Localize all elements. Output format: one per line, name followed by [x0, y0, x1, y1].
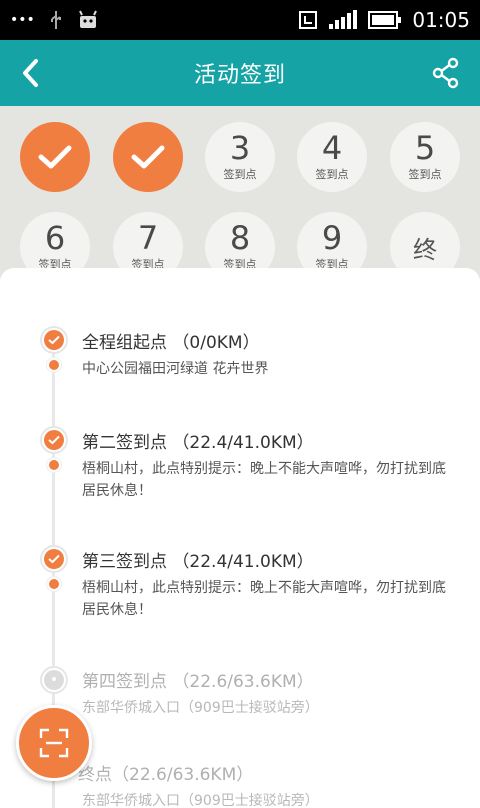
timeline-dot [47, 458, 61, 472]
signal-icon [328, 10, 358, 30]
checkpoint-5[interactable]: 5 签到点 [390, 122, 460, 192]
checkpoint-grid: 3 签到点 4 签到点 5 签到点 6 签到点 7 签到点 8 签到点 9 签到… [0, 106, 480, 288]
battery-icon [368, 11, 402, 29]
checkpoint-number: 4 [321, 129, 343, 167]
checkpoint-number: 5 [414, 129, 436, 167]
timeline-dot [47, 577, 61, 591]
back-button[interactable] [14, 57, 46, 89]
page-title: 活动签到 [193, 63, 286, 88]
screenshot-icon [298, 10, 318, 30]
checkpoint-number: 8 [229, 219, 251, 257]
checkpoint-4[interactable]: 4 签到点 [297, 122, 367, 192]
status-left: ••• [10, 10, 99, 30]
checkpoint-2[interactable] [113, 122, 183, 192]
share-button[interactable] [430, 56, 462, 90]
checkpoint-number: 6 [44, 219, 66, 257]
check-icon [38, 145, 72, 169]
item-title: 第二签到点 （22.4/41.0KM） [82, 433, 314, 453]
checkpoint-label: 签到点 [223, 168, 257, 181]
item-desc: 梧桐山村，此点特别提示：晚上不能大声喧哗，勿打扰到底居民休息！ [82, 580, 446, 618]
checkpoint-label: 签到点 [408, 168, 442, 181]
item-title: 终点（22.6/63.6KM） [78, 765, 254, 785]
clock: 01:05 [412, 8, 470, 32]
timeline-dot [47, 358, 61, 372]
item-title: 第三签到点 （22.4/41.0KM） [82, 552, 314, 572]
item-title: 第四签到点 （22.6/63.6KM） [82, 672, 314, 692]
checkpoint-end-label: 终 [413, 235, 437, 264]
item-desc: 中心公园福田河绿道 花卉世界 [82, 361, 269, 377]
checkpoint-number: 7 [137, 219, 159, 257]
status-right: 01:05 [298, 8, 470, 32]
status-bar: ••• 01:05 [0, 0, 480, 40]
share-icon [432, 57, 459, 89]
item-desc: 东部华侨城入口（909巴士接驳站旁） [82, 793, 319, 808]
app-header: 活动签到 [0, 40, 480, 106]
chevron-left-icon [23, 59, 38, 87]
scan-icon [39, 728, 69, 758]
notification-dots: ••• [10, 12, 35, 28]
check-circle-icon [40, 545, 68, 573]
checkpoint-label: 签到点 [315, 168, 349, 181]
checkpoint-3[interactable]: 3 签到点 [205, 122, 275, 192]
location-pin-icon [40, 666, 68, 694]
checkpoint-number: 9 [321, 219, 343, 257]
check-icon [131, 145, 165, 169]
item-title: 全程组起点 （0/0KM） [82, 333, 260, 353]
item-desc: 东部华侨城入口（909巴士接驳站旁） [82, 700, 319, 716]
check-circle-icon [40, 426, 68, 454]
check-circle-icon [40, 326, 68, 354]
usb-icon [49, 10, 63, 30]
item-desc: 梧桐山村，此点特别提示：晚上不能大声喧哗，勿打扰到底居民休息！ [82, 461, 446, 499]
android-debug-icon [77, 10, 99, 30]
checkpoint-number: 3 [229, 129, 251, 167]
scan-button[interactable] [16, 705, 92, 781]
checkpoint-1[interactable] [20, 122, 90, 192]
